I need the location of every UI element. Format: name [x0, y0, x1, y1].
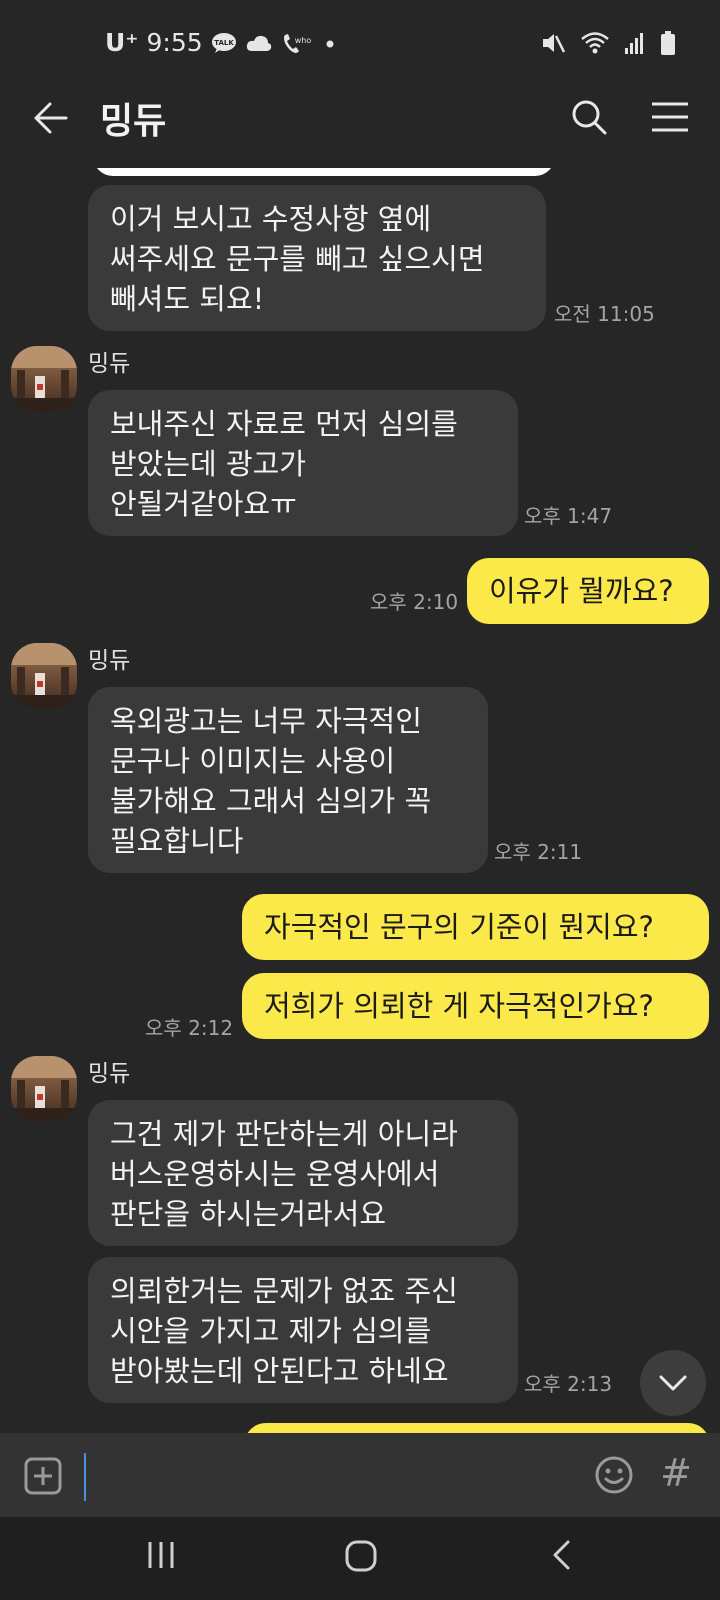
wifi-icon — [580, 30, 610, 60]
talk-icon: TALK — [211, 32, 237, 54]
hash-button[interactable]: # — [660, 1451, 692, 1495]
search-icon — [572, 100, 607, 135]
back-arrow-icon — [34, 102, 68, 134]
menu-button[interactable] — [650, 98, 690, 136]
emoji-icon — [595, 1456, 633, 1494]
emoji-button[interactable] — [594, 1455, 634, 1495]
status-bar: U⁺ 9:55 TALK who — [0, 0, 720, 68]
back-button[interactable] — [30, 98, 70, 138]
carrier-label: U⁺ — [105, 28, 139, 57]
whoo-label: who — [294, 36, 311, 45]
recent-apps-icon — [148, 1542, 174, 1568]
message-time: 오전 11:05 — [554, 302, 655, 326]
sender-name: 밍듀 — [88, 1061, 131, 1087]
my-message-bubble[interactable]: 이유가 뭘까요? — [467, 558, 709, 624]
message-bubble[interactable]: 보내주신 자료로 먼저 심의를 받았는데 광고가 안될거같아요ㅠ — [88, 390, 518, 536]
message-bubble[interactable]: 이거 보시고 수정사항 옆에 써주세요 문구를 빼고 싶으시면 빼셔도 되요! — [88, 185, 546, 331]
partial-message-bubble[interactable] — [93, 168, 555, 176]
message-time: 오후 2:13 — [524, 1372, 613, 1396]
message-time: 오후 1:47 — [524, 504, 613, 528]
dot-icon — [321, 33, 339, 53]
sender-name: 밍듀 — [88, 351, 131, 377]
chat-header: 밍듀 — [0, 68, 720, 168]
message-time: 오후 2:10 — [370, 590, 459, 614]
message-input-bar: # — [0, 1433, 720, 1517]
avatar[interactable] — [11, 346, 77, 412]
status-left: U⁺ 9:55 TALK who — [105, 28, 339, 57]
message-time: 오후 2:12 — [145, 1016, 234, 1040]
search-button[interactable] — [570, 98, 608, 136]
chat-messages[interactable]: 이거 보시고 수정사항 옆에 써주세요 문구를 빼고 싶으시면 빼셔도 되요! … — [0, 168, 720, 1433]
sender-name: 밍듀 — [88, 648, 131, 674]
cloud-icon — [245, 33, 273, 53]
plus-icon — [24, 1457, 62, 1495]
partial-message-bubble[interactable] — [244, 1423, 710, 1433]
message-input[interactable] — [84, 1453, 86, 1501]
back-icon — [553, 1540, 570, 1570]
home-icon — [345, 1540, 377, 1572]
message-bubble[interactable]: 옥외광고는 너무 자극적인 문구나 이미지는 사용이 불가해요 그래서 심의가 … — [88, 687, 488, 873]
nav-back-button[interactable] — [550, 1539, 572, 1575]
chat-title: 밍듀 — [100, 101, 167, 142]
my-message-bubble[interactable]: 자극적인 문구의 기준이 뭔지요? — [242, 894, 709, 960]
mute-icon — [540, 30, 566, 60]
scroll-down-button[interactable] — [640, 1350, 706, 1416]
clock: 9:55 — [146, 28, 203, 57]
avatar[interactable] — [11, 643, 77, 709]
status-right — [540, 30, 676, 60]
battery-icon — [660, 30, 676, 60]
system-nav-bar — [0, 1517, 720, 1600]
phone-whoo-icon: who — [281, 31, 313, 55]
message-bubble[interactable]: 그건 제가 판단하는게 아니라 버스운영하시는 운영사에서 판단을 하시는거라서… — [88, 1100, 518, 1246]
message-bubble[interactable]: 의뢰한거는 문제가 없죠 주신 시안을 가지고 제가 심의를 받아봤는데 안된다… — [88, 1257, 518, 1403]
talk-badge-text: TALK — [214, 39, 234, 47]
home-button[interactable] — [344, 1539, 378, 1577]
avatar[interactable] — [11, 1056, 77, 1122]
menu-icon — [652, 102, 688, 132]
signal-icon — [624, 30, 646, 60]
message-time: 오후 2:11 — [494, 840, 583, 864]
recent-apps-button[interactable] — [146, 1539, 176, 1575]
chevron-down-icon — [659, 1375, 687, 1391]
attach-button[interactable] — [24, 1457, 62, 1495]
my-message-bubble[interactable]: 저희가 의뢰한 게 자극적인가요? — [242, 973, 709, 1039]
